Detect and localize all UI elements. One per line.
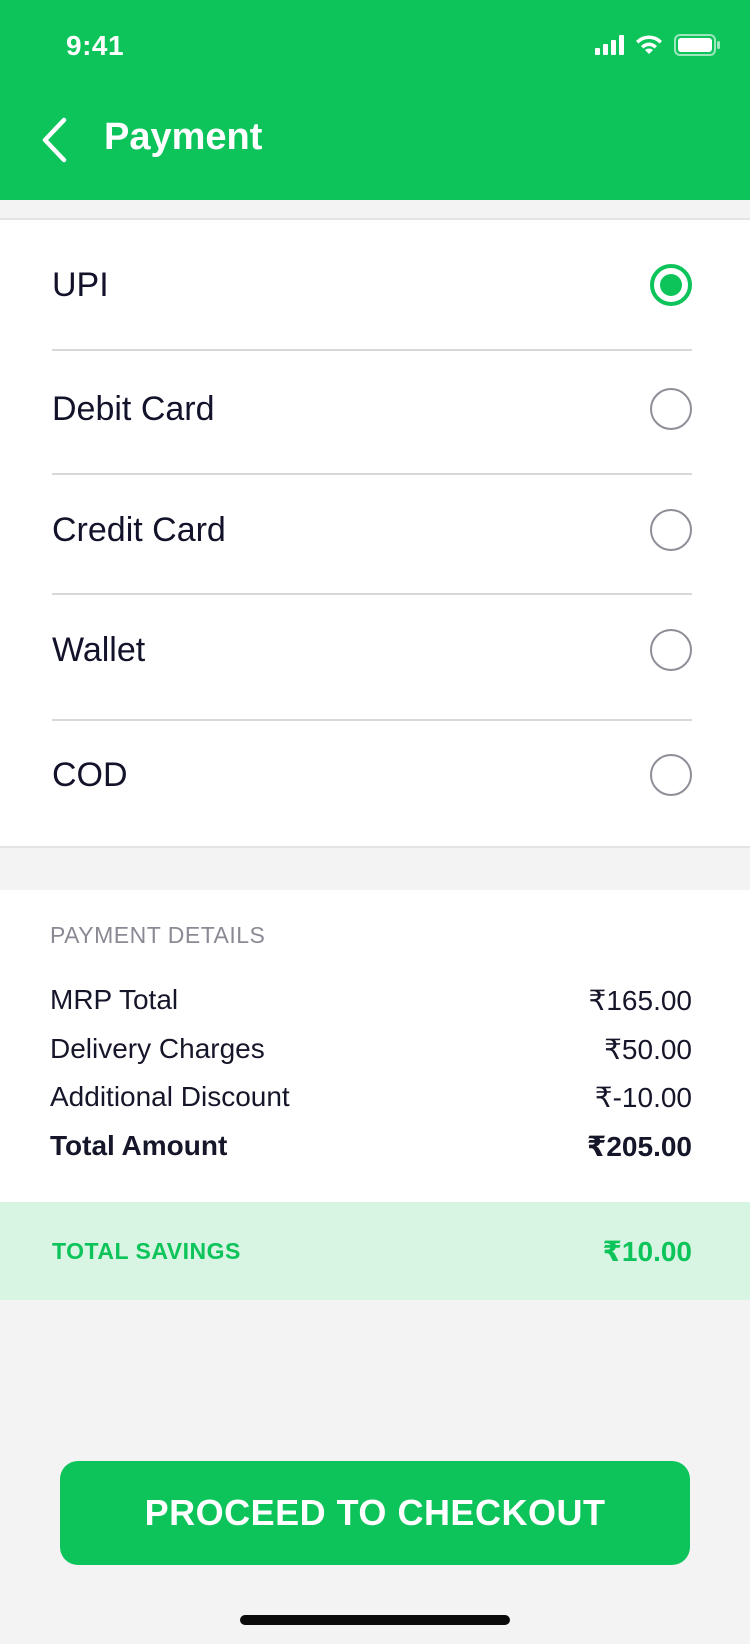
detail-label: Total Amount bbox=[50, 1130, 228, 1161]
home-indicator[interactable] bbox=[240, 1615, 510, 1625]
payment-options-list: UPI Debit Card Credit Card Wallet COD bbox=[0, 218, 750, 848]
option-label: UPI bbox=[52, 265, 109, 304]
status-time: 9:41 bbox=[66, 30, 125, 61]
back-button[interactable] bbox=[34, 112, 74, 168]
divider bbox=[52, 593, 692, 595]
option-label: Credit Card bbox=[52, 510, 226, 549]
chevron-left-icon bbox=[42, 117, 67, 163]
detail-value: ₹50.00 bbox=[604, 1034, 692, 1065]
detail-label: Delivery Charges bbox=[50, 1033, 265, 1064]
detail-label: MRP Total bbox=[50, 984, 179, 1015]
divider bbox=[52, 719, 692, 721]
cellular-signal-icon bbox=[595, 35, 624, 55]
payment-option-credit-card[interactable]: Credit Card bbox=[52, 509, 692, 551]
option-label: Debit Card bbox=[52, 389, 215, 428]
detail-row-additional-discount: Additional Discount ₹-10.00 bbox=[50, 1081, 692, 1114]
payment-details-card: PAYMENT DETAILS MRP Total ₹165.00 Delive… bbox=[0, 890, 750, 1202]
status-icons bbox=[595, 34, 720, 56]
payment-option-debit-card[interactable]: Debit Card bbox=[52, 388, 692, 430]
payment-option-wallet[interactable]: Wallet bbox=[52, 629, 692, 671]
detail-row-mrp-total: MRP Total ₹165.00 bbox=[50, 984, 692, 1017]
detail-value: ₹-10.00 bbox=[594, 1082, 692, 1113]
detail-row-total-amount: Total Amount ₹205.00 bbox=[50, 1130, 692, 1163]
detail-value: ₹205.00 bbox=[586, 1131, 692, 1162]
proceed-to-checkout-button[interactable]: PROCEED TO CHECKOUT bbox=[60, 1461, 690, 1565]
detail-value: ₹165.00 bbox=[588, 985, 692, 1016]
wifi-icon bbox=[634, 34, 664, 56]
radio-selected-icon[interactable] bbox=[650, 264, 692, 306]
divider bbox=[52, 349, 692, 351]
radio-unselected-icon[interactable] bbox=[650, 629, 692, 671]
payment-option-upi[interactable]: UPI bbox=[52, 264, 692, 306]
radio-unselected-icon[interactable] bbox=[650, 388, 692, 430]
divider bbox=[52, 473, 692, 475]
option-label: COD bbox=[52, 755, 128, 794]
payment-screen: 9:41 Payment UPI Debit Card Credit Card … bbox=[0, 0, 750, 1644]
option-label: Wallet bbox=[52, 630, 146, 669]
battery-icon bbox=[674, 34, 720, 56]
savings-value: ₹10.00 bbox=[602, 1235, 692, 1267]
payment-details-heading: PAYMENT DETAILS bbox=[50, 922, 266, 948]
radio-unselected-icon[interactable] bbox=[650, 754, 692, 796]
payment-option-cod[interactable]: COD bbox=[52, 754, 692, 796]
savings-label: TOTAL SAVINGS bbox=[52, 1237, 241, 1264]
detail-label: Additional Discount bbox=[50, 1081, 290, 1112]
total-savings-bar: TOTAL SAVINGS ₹10.00 bbox=[0, 1202, 750, 1300]
detail-row-delivery-charges: Delivery Charges ₹50.00 bbox=[50, 1033, 692, 1066]
app-header: 9:41 Payment bbox=[0, 0, 750, 200]
page-title: Payment bbox=[104, 116, 263, 158]
radio-unselected-icon[interactable] bbox=[650, 509, 692, 551]
